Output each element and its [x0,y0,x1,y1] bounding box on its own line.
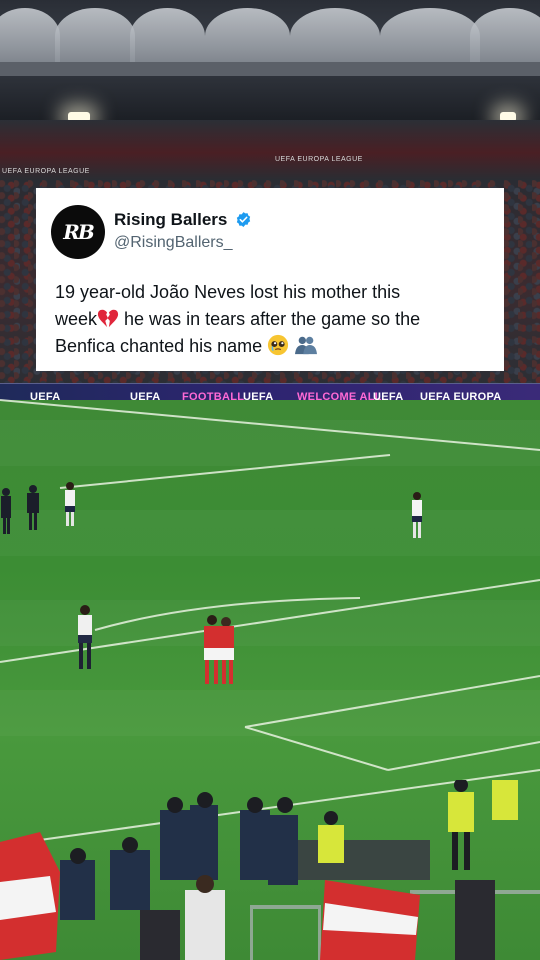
players-hugging [204,615,234,684]
player-white-kit [78,605,92,669]
far-line [59,454,391,489]
verified-badge-icon [236,212,251,227]
tweet-text-segment: Benfica chanted his name [55,336,263,356]
tweet-text: 19 year-old João Neves lost his mother t… [55,279,495,360]
stewards-and-fans [60,780,540,960]
player-right [412,492,422,538]
tweet-card: RB Rising Ballers @RisingBallers_ 19 yea… [36,188,504,371]
tweet-text-segment: week [55,309,98,329]
broken-heart-icon [97,309,119,328]
players-left [1,482,75,534]
people-silhouette-icon [295,336,318,355]
camera-platform [290,840,430,880]
user-handle[interactable]: @RisingBallers_ [114,234,233,252]
avatar[interactable]: RB [51,205,105,259]
penalty-box-top [244,675,540,728]
tweet-line: Benfica chanted his name [55,333,495,360]
penalty-box-side [244,726,389,771]
six-yard-line [387,741,540,771]
display-name[interactable]: Rising Ballers [114,210,227,230]
tweet-text-segment: he was in tears after the game so the [119,309,421,329]
tweet-line: week he was in tears after the game so t… [55,306,495,333]
tweet-line: 19 year-old João Neves lost his mother t… [55,282,401,302]
benfica-flag-left [0,832,60,960]
benfica-flag-right [320,880,420,960]
stadium-photo: UEFA EUROPA LEAGUE UEFA EUROPA LEAGUE UE… [0,0,540,960]
pleading-face-icon [268,334,289,356]
avatar-logo: RB [63,220,95,244]
touchline [0,399,540,451]
